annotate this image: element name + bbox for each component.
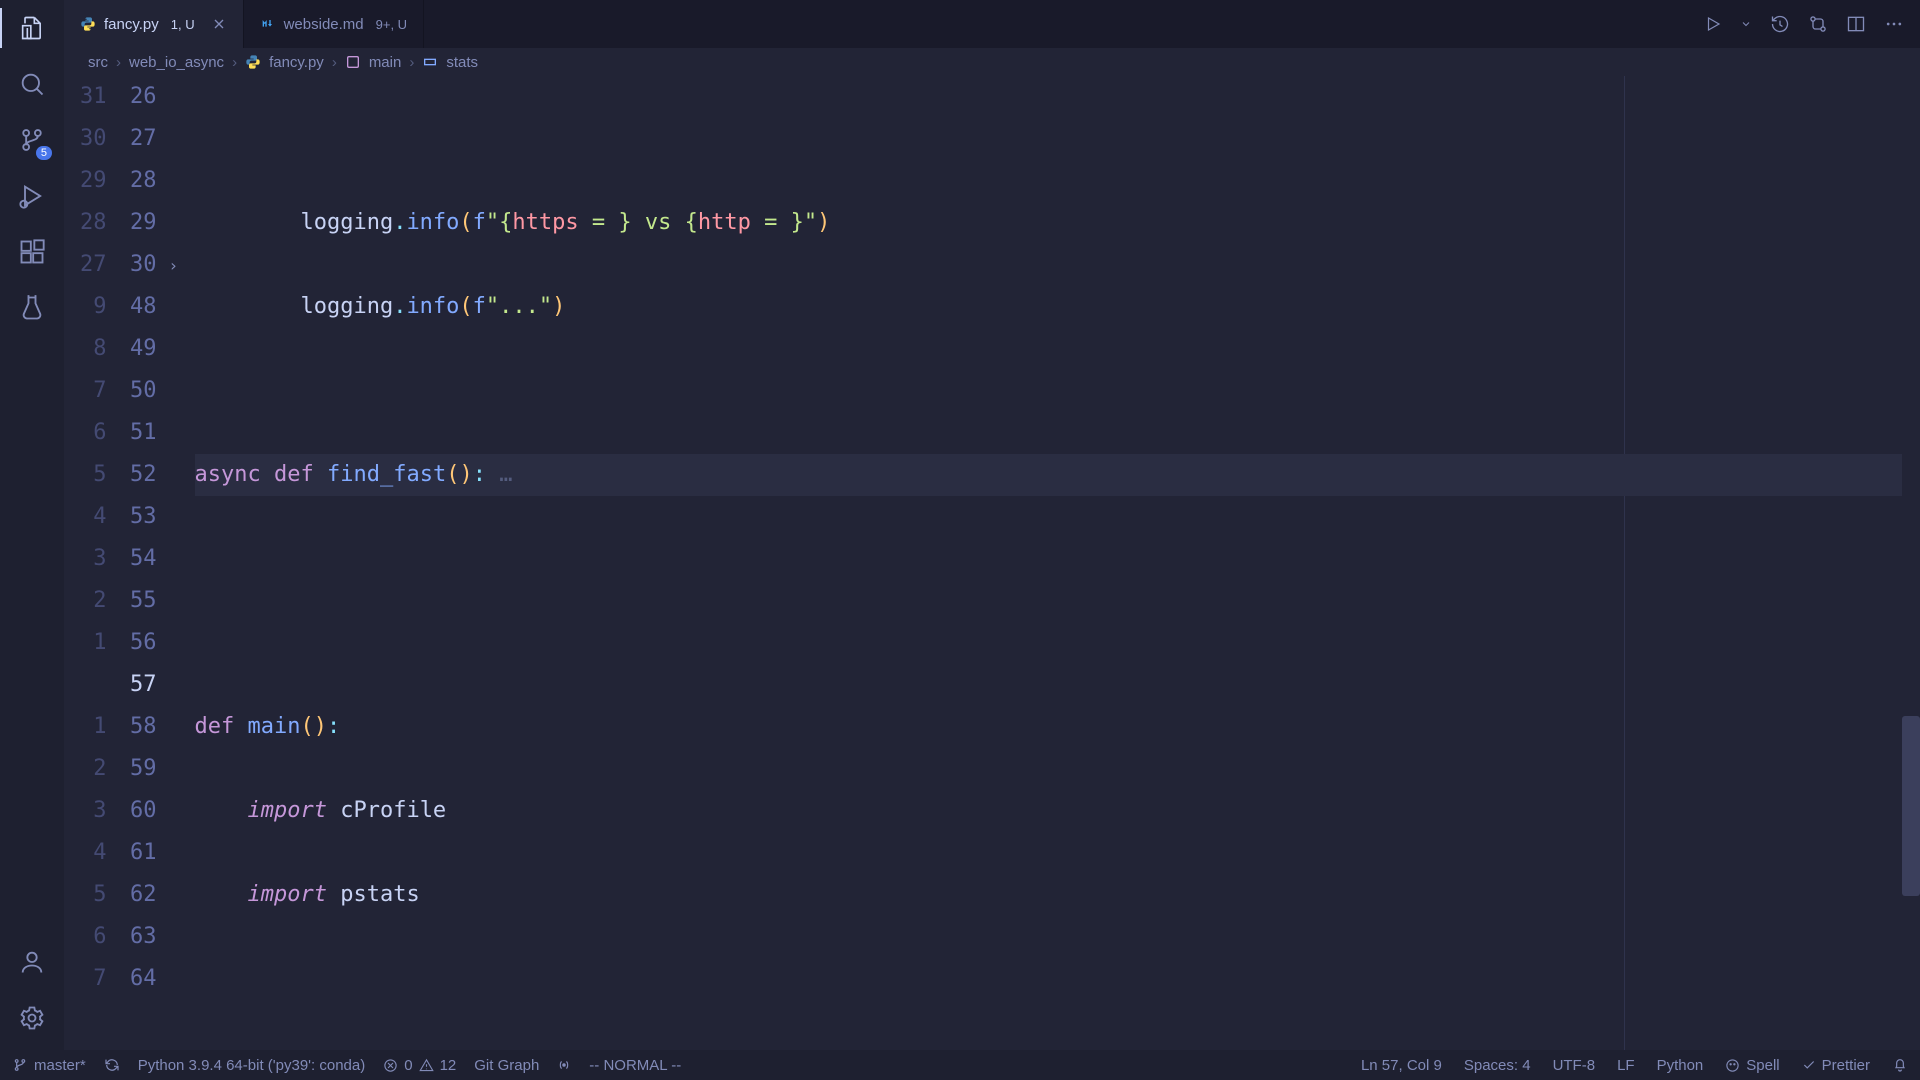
- status-vim-mode: -- NORMAL --: [589, 1057, 681, 1074]
- chevron-down-icon[interactable]: [1740, 18, 1752, 30]
- run-debug-icon[interactable]: [16, 180, 48, 212]
- status-sync-icon[interactable]: [104, 1057, 120, 1073]
- fold-column: ›: [169, 76, 195, 1050]
- source-control-icon[interactable]: 5: [16, 124, 48, 156]
- symbol-variable-icon: [422, 54, 438, 70]
- breadcrumb[interactable]: src › web_io_async › fancy.py › main › s…: [64, 48, 1920, 76]
- tab-fancy-py[interactable]: fancy.py 1, U: [64, 0, 244, 48]
- tab-meta: 9+, U: [376, 17, 407, 32]
- code-content[interactable]: logging.info(f"{https = } vs {http = }")…: [195, 76, 1903, 1050]
- run-icon[interactable]: [1704, 15, 1722, 33]
- breadcrumb-item[interactable]: fancy.py: [269, 54, 324, 71]
- status-position[interactable]: Ln 57, Col 9: [1361, 1057, 1442, 1074]
- fold-icon[interactable]: ›: [169, 256, 179, 275]
- close-icon[interactable]: [211, 16, 227, 32]
- breadcrumb-item[interactable]: stats: [446, 54, 478, 71]
- breadcrumb-item[interactable]: web_io_async: [129, 54, 224, 71]
- status-eol[interactable]: LF: [1617, 1057, 1635, 1074]
- chevron-right-icon: ›: [409, 54, 414, 71]
- editor-tabs: fancy.py 1, U webside.md 9+, U: [64, 0, 1920, 48]
- chevron-right-icon: ›: [232, 54, 237, 71]
- tab-meta: 1, U: [171, 17, 195, 32]
- extensions-icon[interactable]: [16, 236, 48, 268]
- breadcrumb-item[interactable]: src: [88, 54, 108, 71]
- tab-label: fancy.py: [104, 16, 159, 33]
- status-live-icon[interactable]: [557, 1058, 571, 1072]
- search-icon[interactable]: [16, 68, 48, 100]
- activity-bar: 5: [0, 0, 64, 1050]
- gutter-relative: 31302928279876543211234567: [64, 76, 115, 1050]
- tab-webside-md[interactable]: webside.md 9+, U: [244, 0, 424, 48]
- diff-icon[interactable]: [1808, 14, 1828, 34]
- minimap[interactable]: [1902, 76, 1920, 1050]
- more-icon[interactable]: [1884, 14, 1904, 34]
- python-file-icon: [80, 16, 96, 32]
- settings-gear-icon[interactable]: [16, 1002, 48, 1034]
- status-python[interactable]: Python 3.9.4 64-bit ('py39': conda): [138, 1057, 366, 1074]
- status-spell[interactable]: Spell: [1725, 1057, 1779, 1074]
- status-encoding[interactable]: UTF-8: [1553, 1057, 1596, 1074]
- scm-badge: 5: [36, 146, 52, 160]
- status-gitgraph[interactable]: Git Graph: [474, 1057, 539, 1074]
- account-icon[interactable]: [16, 946, 48, 978]
- explorer-icon[interactable]: [16, 12, 48, 44]
- breadcrumb-item[interactable]: main: [369, 54, 402, 71]
- minimap-thumb[interactable]: [1902, 716, 1920, 896]
- markdown-file-icon: [260, 16, 276, 32]
- status-bell-icon[interactable]: [1892, 1057, 1908, 1073]
- tab-label: webside.md: [284, 16, 364, 33]
- status-problems[interactable]: 0 12: [383, 1057, 456, 1074]
- testing-icon[interactable]: [16, 292, 48, 324]
- chevron-right-icon: ›: [332, 54, 337, 71]
- status-branch[interactable]: master*: [12, 1057, 86, 1074]
- status-prettier[interactable]: Prettier: [1802, 1057, 1870, 1074]
- status-bar: master* Python 3.9.4 64-bit ('py39': con…: [0, 1050, 1920, 1080]
- gutter-absolute: 2627282930484950515253545556575859606162…: [115, 76, 169, 1050]
- status-spaces[interactable]: Spaces: 4: [1464, 1057, 1531, 1074]
- code-editor[interactable]: 31302928279876543211234567 2627282930484…: [64, 76, 1920, 1050]
- symbol-function-icon: [345, 54, 361, 70]
- python-file-icon: [245, 54, 261, 70]
- status-language[interactable]: Python: [1657, 1057, 1704, 1074]
- chevron-right-icon: ›: [116, 54, 121, 71]
- run-history-icon[interactable]: [1770, 14, 1790, 34]
- split-editor-icon[interactable]: [1846, 14, 1866, 34]
